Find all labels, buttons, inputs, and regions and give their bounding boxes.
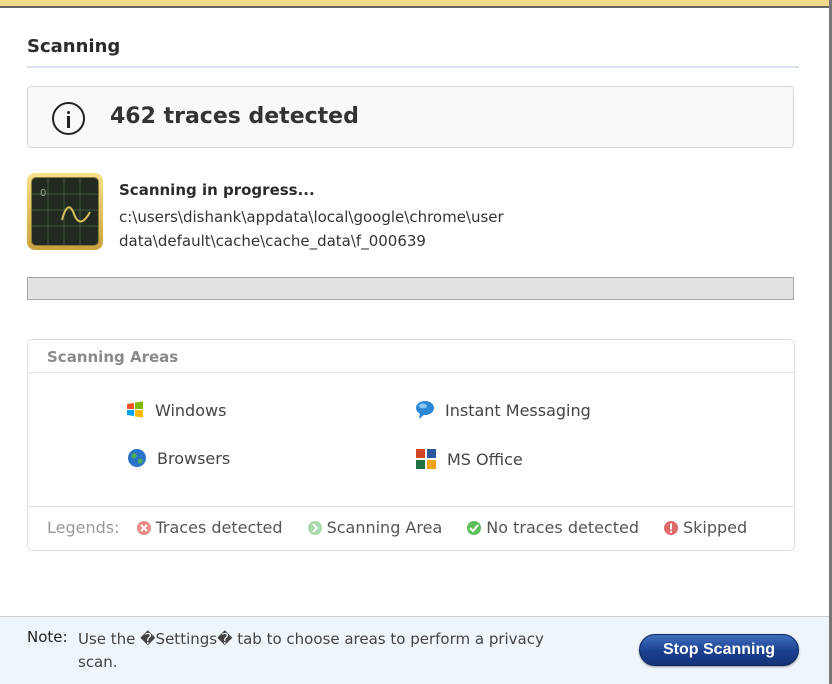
stop-scanning-button[interactable]: Stop Scanning xyxy=(639,634,799,666)
svg-text:0: 0 xyxy=(40,188,46,199)
legend-item-label: Scanning Area xyxy=(326,518,443,537)
windows-icon xyxy=(127,401,143,418)
traces-count: 462 traces detected xyxy=(110,104,359,129)
page-title: Scanning xyxy=(27,36,121,57)
scan-current-path: c:\users\dishank\appdata\local\google\ch… xyxy=(119,208,504,250)
scan-progress-bar xyxy=(27,277,794,300)
chat-bubble-icon xyxy=(416,401,434,419)
header-divider xyxy=(27,66,799,68)
legend-item-scanning-area: Scanning Area xyxy=(307,518,443,537)
scan-status: Scanning in progress... xyxy=(119,181,315,199)
legend-item-label: Skipped xyxy=(683,518,748,537)
legend-row: Legends: Traces detected Scanning Area N… xyxy=(47,518,771,537)
scanning-areas-title: Scanning Areas xyxy=(47,348,179,366)
window-top-border xyxy=(0,0,832,8)
areas-divider xyxy=(28,372,794,373)
legend-item-skipped: Skipped xyxy=(663,518,747,537)
traces-detected-icon xyxy=(136,520,151,535)
scan-monitor-icon: 0 xyxy=(27,173,103,250)
legend-divider xyxy=(28,506,794,507)
area-item-ms-office: MS Office xyxy=(415,448,523,470)
footer-bar: Note: Use the �Settings� tab to choose a… xyxy=(0,617,829,684)
area-item-label: Windows xyxy=(155,400,227,420)
skipped-icon xyxy=(664,520,678,535)
area-item-browsers: Browsers xyxy=(127,448,230,468)
legend-item-label: Traces detected xyxy=(155,518,283,537)
area-item-instant-messaging: Instant Messaging xyxy=(415,400,591,420)
area-item-label: Instant Messaging xyxy=(445,400,591,420)
legend-item-label: No traces detected xyxy=(486,518,639,537)
ms-office-icon xyxy=(416,449,436,469)
legend-label: Legends: xyxy=(47,518,120,537)
legend-item-traces-detected: Traces detected xyxy=(136,518,283,537)
area-item-windows: Windows xyxy=(125,400,226,420)
scanning-areas-panel: Scanning Areas Windows Instant Messaging… xyxy=(27,339,795,551)
note-text: Use the �Settings� tab to choose areas t… xyxy=(78,630,544,671)
info-icon xyxy=(52,102,85,135)
traces-summary-box: 462 traces detected xyxy=(27,86,794,148)
area-item-label: MS Office xyxy=(447,449,523,469)
area-item-label: Browsers xyxy=(157,448,231,468)
no-traces-icon xyxy=(467,520,482,535)
note-label: Note: xyxy=(27,628,68,646)
scanning-area-icon xyxy=(307,520,322,535)
globe-icon xyxy=(128,449,146,467)
legend-item-no-traces: No traces detected xyxy=(466,518,639,537)
